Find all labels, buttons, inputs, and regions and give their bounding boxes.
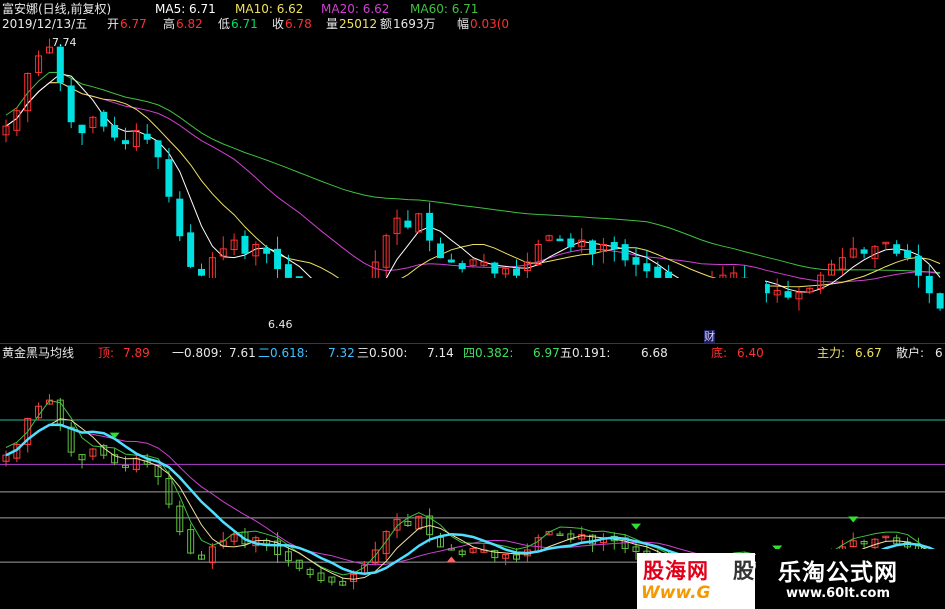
ma60-value: MA60: 6.71 (410, 2, 479, 16)
candle-body (643, 263, 651, 272)
candle-body (426, 212, 434, 241)
guhaiwang-logo-text-cut: 股 (733, 559, 754, 583)
level4-label: 四0.382: (463, 346, 514, 360)
current-date: 2019/12/13/五 (2, 17, 88, 31)
candle-body (241, 235, 249, 254)
open-value: 6.77 (120, 17, 147, 31)
amount-value: 1693万 (393, 17, 436, 31)
candle-body (632, 257, 640, 265)
candle-body (914, 255, 922, 276)
sell-signal-icon (631, 523, 641, 530)
candle-body (404, 220, 412, 228)
candle-body (56, 46, 64, 83)
candle-body (165, 159, 173, 197)
candle-body (67, 85, 75, 123)
candle-body (78, 124, 86, 134)
open-label: 开 (107, 17, 120, 31)
stock-title: 富安娜(日线,前复权) (2, 2, 112, 16)
volume-label: 量 (326, 17, 339, 31)
ma20-value: MA20: 6.62 (321, 2, 390, 16)
candle-body (447, 259, 455, 263)
candle-body (458, 263, 466, 270)
guhaiwang-watermark: 股海网 股 Www.G (637, 553, 755, 609)
sell-signal-icon (848, 516, 859, 523)
guhaiwang-url: Www.G (641, 583, 711, 603)
level5-value: 6.68 (641, 346, 668, 360)
ma10-value: MA10: 6.62 (235, 2, 304, 16)
main-force-label: 主力: (817, 346, 846, 360)
low-value: 6.71 (231, 17, 258, 31)
high-label: 高 (163, 17, 176, 31)
indicator-name: 黄金黑马均线 (2, 346, 75, 360)
bottom-level-label: 底: (711, 346, 728, 360)
candle-body (100, 111, 108, 127)
pane-divider (0, 343, 945, 344)
candle-body (925, 275, 933, 294)
volume-value: 25012 (339, 17, 378, 31)
close-label: 收 (272, 17, 285, 31)
candle-body (284, 264, 292, 278)
candle-body (893, 244, 901, 254)
candle-body (263, 248, 271, 254)
candle-body (176, 198, 184, 237)
high-value: 6.82 (176, 17, 203, 31)
amplitude-label: 幅 (457, 17, 470, 31)
candle-body (621, 244, 629, 261)
candle-body (491, 262, 499, 274)
level3-value: 7.14 (427, 346, 454, 360)
top-level-label: 顶: (98, 346, 115, 360)
level2-value: 7.32 (328, 346, 355, 360)
low-price-marker: 6.46 (268, 318, 293, 331)
letao-url: www.60lt.com (786, 586, 891, 601)
level4-value: 6.97 (533, 346, 560, 360)
level1-value: 7.61 (229, 346, 256, 360)
redacted-area-top (534, 30, 945, 140)
letao-watermark: 乐淘公式网 www.60lt.com (756, 549, 945, 609)
candle-body (567, 238, 575, 248)
candle-body (187, 232, 195, 267)
candle-body (556, 238, 564, 242)
candle-body (143, 133, 151, 140)
candle-body (111, 125, 119, 138)
candle-body (436, 243, 444, 259)
chart-window: 富安娜(日线,前复权) MA5: 6.71 MA10: 6.62 MA20: 6… (0, 0, 945, 609)
candle-body (274, 248, 282, 270)
candle-body (513, 268, 521, 276)
guhaiwang-logo-text: 股海网 (643, 559, 709, 583)
level5-label: 五0.191: (560, 346, 611, 360)
letao-logo-text: 乐淘公式网 (778, 560, 898, 586)
candle-body (904, 250, 912, 259)
candle-body (589, 240, 597, 254)
low-label: 低 (218, 17, 231, 31)
retail-label: 散户: (896, 346, 925, 360)
level3-label: 三0.500: (357, 346, 408, 360)
finance-event-marker[interactable]: 财 (704, 330, 715, 344)
main-force-value: 6.67 (855, 346, 882, 360)
candle-body (121, 140, 129, 145)
amplitude-value: 0.03(0 (470, 17, 510, 31)
close-value: 6.78 (285, 17, 312, 31)
buy-signal-icon (446, 556, 457, 563)
bottom-level-value: 6.40 (737, 346, 764, 360)
ma5-value: MA5: 6.71 (155, 2, 216, 16)
high-price-marker: 7.74 (52, 36, 77, 49)
candle-body (154, 140, 162, 158)
candle-body (654, 266, 662, 278)
candle-body (198, 268, 206, 276)
amount-label: 额 (380, 17, 393, 31)
level1-label: 一0.809: (172, 346, 223, 360)
candle-body (610, 242, 618, 250)
candle-body (784, 291, 792, 298)
top-level-value: 7.89 (123, 346, 150, 360)
retail-value: 6 (935, 346, 943, 360)
level2-label: 二0.618: (258, 346, 309, 360)
candle-body (860, 249, 868, 254)
candle-body (936, 293, 944, 309)
